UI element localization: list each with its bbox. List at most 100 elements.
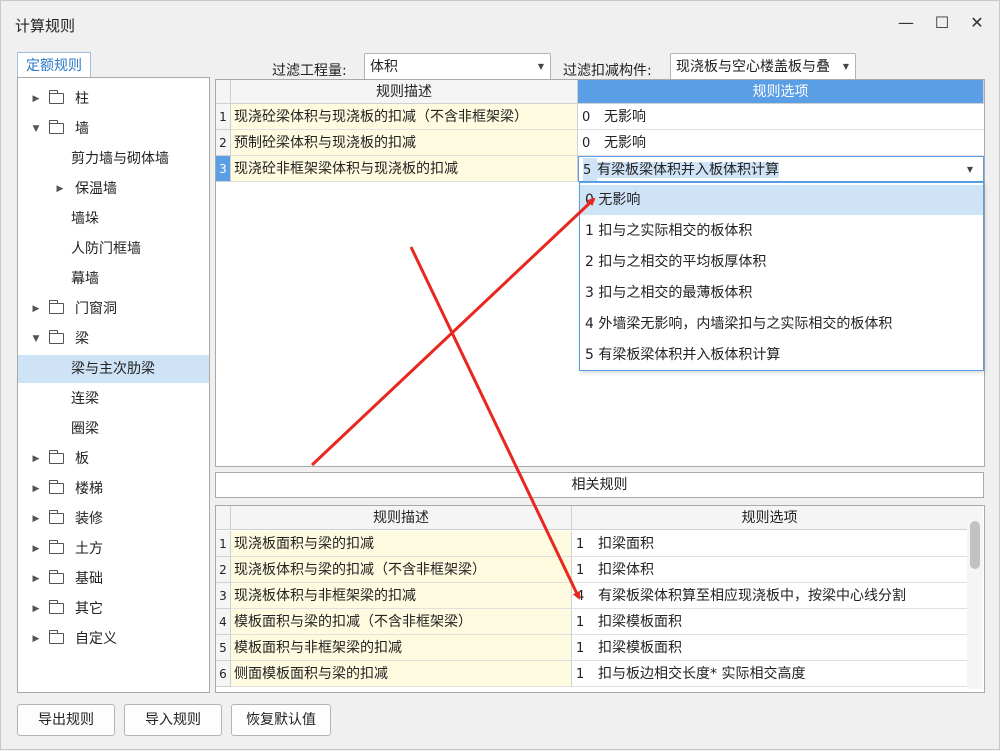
related-option-cell[interactable]: 1 扣梁模板面积	[572, 609, 968, 635]
rule-description-cell[interactable]: 现浇砼梁体积与现浇板的扣减（不含非框架梁）	[231, 104, 578, 130]
tree-item-label: 其它	[75, 601, 103, 617]
tree-item[interactable]: 剪力墙与砌体墙	[18, 145, 209, 173]
filter-component-value: 现浇板与空心楼盖板与叠	[676, 59, 830, 75]
folder-icon	[49, 90, 64, 104]
minimize-icon[interactable]: —	[896, 13, 916, 33]
tree-item[interactable]: ▶ 基础	[18, 565, 209, 593]
tree-item-label: 土方	[75, 541, 103, 557]
tree-item-label: 保温墙	[75, 181, 117, 197]
chevron-down-icon[interactable]: ▼	[31, 325, 41, 353]
option-number: 5	[583, 158, 597, 181]
tree-item[interactable]: 幕墙	[18, 265, 209, 293]
rules-col-desc-header: 规则描述	[231, 80, 578, 104]
restore-defaults-button[interactable]: 恢复默认值	[231, 704, 331, 736]
related-scrollbar[interactable]	[967, 506, 983, 689]
option-text: 无影响	[604, 135, 646, 151]
tree-item[interactable]: 连梁	[18, 385, 209, 413]
related-option-cell[interactable]: 1 扣与板边相交长度* 实际相交高度	[572, 661, 968, 687]
chevron-right-icon[interactable]: ▶	[31, 565, 41, 593]
filter-quantity-value: 体积	[370, 59, 398, 75]
row-number: 6	[216, 661, 231, 687]
rule-description-cell[interactable]: 预制砼梁体积与现浇板的扣减	[231, 130, 578, 156]
dropdown-option[interactable]: 0 无影响	[580, 185, 983, 215]
option-text: 扣梁模板面积	[598, 640, 682, 656]
related-description-cell[interactable]: 模板面积与梁的扣减（不含非框架梁）	[231, 609, 572, 635]
dropdown-option[interactable]: 2 扣与之相交的平均板厚体积	[580, 247, 983, 277]
tree-item[interactable]: ▶ 自定义	[18, 625, 209, 653]
filter-quantity-select[interactable]: 体积 ▼	[364, 53, 551, 81]
tree-item-label: 门窗洞	[75, 301, 117, 317]
chevron-right-icon[interactable]: ▶	[31, 535, 41, 563]
folder-icon	[49, 330, 64, 344]
tree-item[interactable]: ▶ 柱	[18, 85, 209, 113]
related-description-cell[interactable]: 现浇板面积与梁的扣减	[231, 531, 572, 557]
tree-item[interactable]: 圈梁	[18, 415, 209, 443]
folder-icon	[49, 480, 64, 494]
tree-item-label: 连梁	[71, 391, 99, 407]
related-rules-grid: 规则描述 规则选项 1 现浇板面积与梁的扣减 1 扣梁面积 2 现浇板体积与梁的扣减（不含…	[215, 505, 985, 693]
chevron-right-icon[interactable]: ▶	[31, 595, 41, 623]
chevron-right-icon[interactable]: ▶	[31, 505, 41, 533]
tree-item[interactable]: ▶ 板	[18, 445, 209, 473]
rule-option-cell[interactable]: 5 有梁板梁体积并入板体积计算 ▼	[578, 156, 984, 182]
dropdown-option[interactable]: 3 扣与之相交的最薄板体积	[580, 278, 983, 308]
filter-quantity-label: 过滤工程量:	[272, 63, 347, 79]
chevron-right-icon[interactable]: ▶	[31, 85, 41, 113]
tree-item[interactable]: ▶ 其它	[18, 595, 209, 623]
chevron-down-icon[interactable]: ▼	[31, 115, 41, 143]
tree-item[interactable]: 梁与主次肋梁	[18, 355, 209, 383]
tree-item[interactable]: ▶ 保温墙	[18, 175, 209, 203]
option-number: 0	[582, 110, 591, 125]
tab-quota-rules[interactable]: 定额规则	[17, 52, 91, 78]
chevron-down-icon[interactable]: ▼	[967, 157, 973, 181]
option-number: 1	[576, 537, 585, 552]
scrollbar-thumb[interactable]	[970, 521, 980, 569]
maximize-icon[interactable]: ☐	[932, 13, 952, 33]
related-option-cell[interactable]: 1 扣梁模板面积	[572, 635, 968, 661]
window-title: 计算规则	[15, 17, 76, 35]
row-number: 2	[216, 557, 231, 583]
tree-item-label: 板	[75, 451, 89, 467]
row-number: 3	[216, 583, 231, 609]
export-rules-button[interactable]: 导出规则	[17, 704, 115, 736]
related-description-cell[interactable]: 现浇板体积与非框架梁的扣减	[231, 583, 572, 609]
tree-item[interactable]: 人防门框墙	[18, 235, 209, 263]
tree-item[interactable]: ▼ 墙	[18, 115, 209, 143]
related-option-cell[interactable]: 1 扣梁面积	[572, 531, 968, 557]
folder-icon	[49, 450, 64, 464]
chevron-right-icon[interactable]: ▶	[31, 475, 41, 503]
tree-item[interactable]: ▶ 楼梯	[18, 475, 209, 503]
related-description-cell[interactable]: 模板面积与非框架梁的扣减	[231, 635, 572, 661]
tree-item-label: 圈梁	[71, 421, 99, 437]
rule-option-cell[interactable]: 0 无影响	[578, 130, 984, 156]
rule-option-cell[interactable]: 0 无影响	[578, 104, 984, 130]
chevron-right-icon[interactable]: ▶	[31, 625, 41, 653]
chevron-right-icon[interactable]: ▶	[31, 295, 41, 323]
import-rules-button[interactable]: 导入规则	[124, 704, 222, 736]
dropdown-option[interactable]: 5 有梁板梁体积并入板体积计算	[580, 340, 983, 370]
close-icon[interactable]: ✕	[967, 13, 987, 33]
tree-item-label: 人防门框墙	[71, 241, 141, 257]
tree-item-label: 梁与主次肋梁	[71, 361, 155, 377]
dropdown-option[interactable]: 4 外墙梁无影响，内墙梁扣与之实际相交的板体积	[580, 309, 983, 339]
folder-icon	[49, 510, 64, 524]
related-description-cell[interactable]: 现浇板体积与梁的扣减（不含非框架梁）	[231, 557, 572, 583]
filter-component-select[interactable]: 现浇板与空心楼盖板与叠 ▼	[670, 53, 856, 81]
row-number: 4	[216, 609, 231, 635]
tree-item[interactable]: ▼ 梁	[18, 325, 209, 353]
option-text: 扣与板边相交长度* 实际相交高度	[598, 666, 806, 682]
tree-item[interactable]: ▶ 门窗洞	[18, 295, 209, 323]
tree-item[interactable]: 墙垛	[18, 205, 209, 233]
related-option-cell[interactable]: 4 有梁板梁体积算至相应现浇板中，按梁中心线分割	[572, 583, 968, 609]
tree-item-label: 基础	[75, 571, 103, 587]
tree-item[interactable]: ▶ 土方	[18, 535, 209, 563]
chevron-right-icon[interactable]: ▶	[55, 175, 65, 203]
chevron-right-icon[interactable]: ▶	[31, 445, 41, 473]
tree-item[interactable]: ▶ 装修	[18, 505, 209, 533]
option-number: 4	[576, 589, 585, 604]
title-bar: 计算规则 — ☐ ✕	[1, 1, 999, 49]
rule-description-cell[interactable]: 现浇砼非框架梁体积与现浇板的扣减	[231, 156, 578, 182]
related-description-cell[interactable]: 侧面模板面积与梁的扣减	[231, 661, 572, 687]
dropdown-option[interactable]: 1 扣与之实际相交的板体积	[580, 216, 983, 246]
related-option-cell[interactable]: 1 扣梁体积	[572, 557, 968, 583]
